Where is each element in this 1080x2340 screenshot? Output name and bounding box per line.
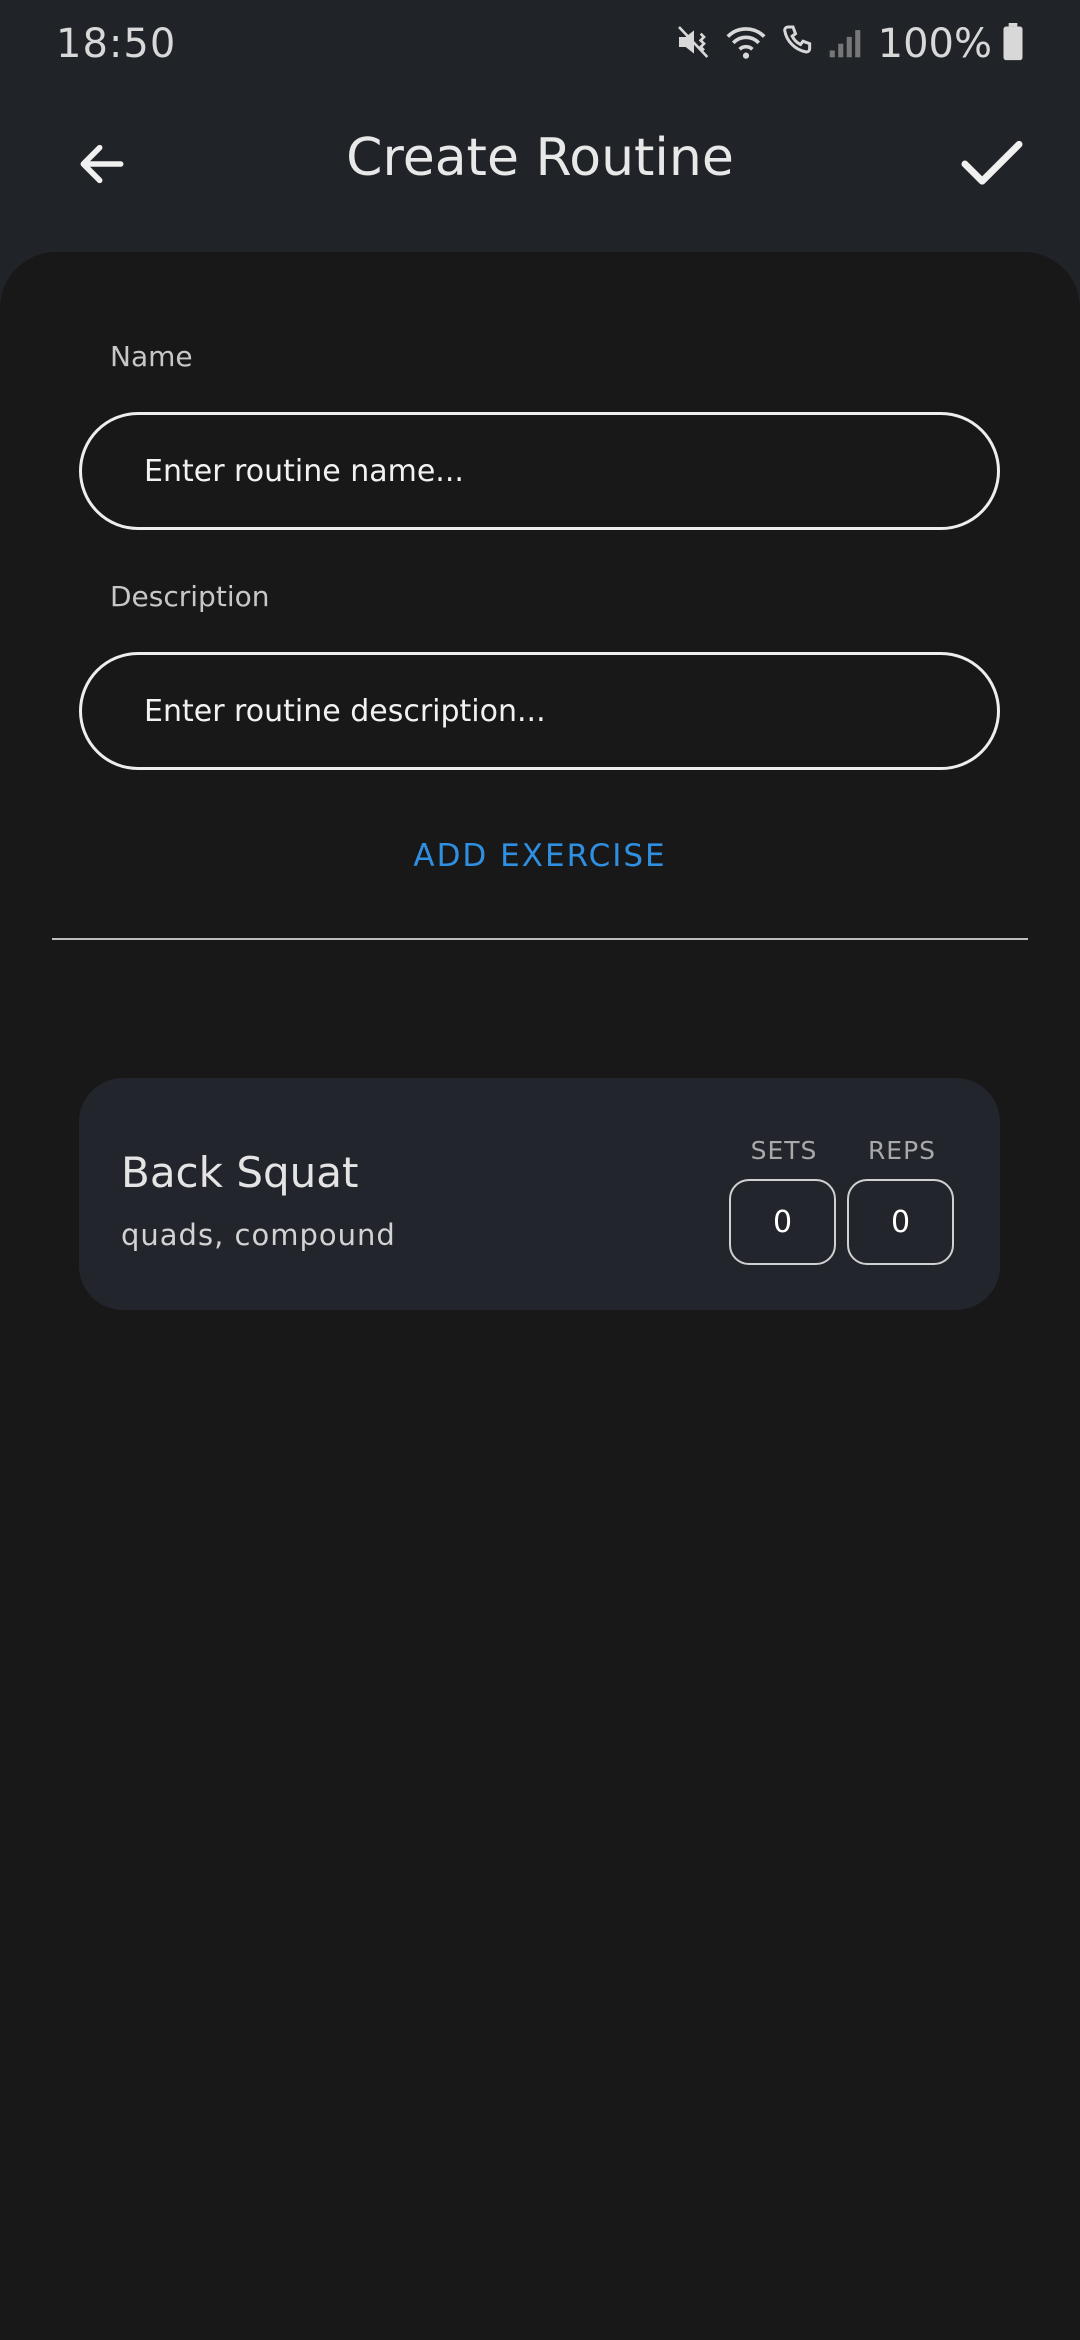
exercise-name: Back Squat — [121, 1148, 359, 1197]
reps-input[interactable]: 0 — [847, 1179, 954, 1265]
name-label: Name — [110, 340, 193, 373]
status-icons: 100% — [674, 21, 1024, 67]
reps-label: REPS — [867, 1136, 937, 1165]
description-label: Description — [110, 580, 270, 613]
battery-percent: 100% — [877, 21, 992, 67]
routine-name-input[interactable] — [79, 412, 1000, 530]
exercise-tags: quads, compound — [121, 1218, 396, 1252]
add-exercise-button[interactable]: ADD EXERCISE — [0, 838, 1080, 874]
page-title: Create Routine — [346, 128, 734, 188]
mute-icon — [674, 22, 714, 66]
divider — [52, 938, 1028, 940]
check-icon — [960, 136, 1024, 196]
sets-input[interactable]: 0 — [729, 1179, 836, 1265]
exercise-card[interactable]: Back Squat quads, compound SETS REPS 0 0 — [79, 1078, 1000, 1310]
status-time: 18:50 — [56, 21, 177, 67]
sets-label: SETS — [750, 1136, 818, 1165]
routine-description-input[interactable] — [79, 652, 1000, 770]
signal-icon — [828, 24, 862, 64]
status-bar: 18:50 100% — [0, 0, 1080, 88]
app-bar: Create Routine — [0, 88, 1080, 252]
call-icon — [778, 22, 818, 66]
wifi-icon — [724, 22, 768, 66]
confirm-button[interactable] — [952, 128, 1032, 204]
battery-icon — [1002, 23, 1024, 65]
